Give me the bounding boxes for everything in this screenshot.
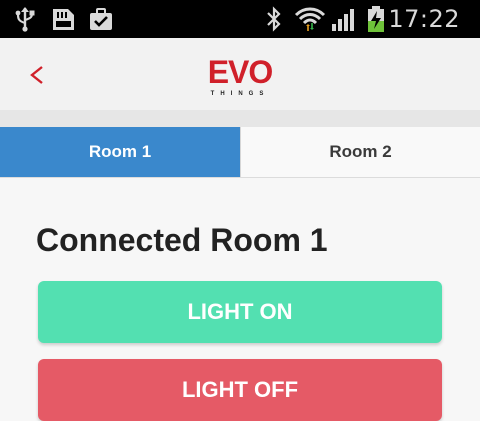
briefcase-check-icon	[90, 8, 112, 30]
clock: 17:22	[388, 5, 460, 33]
battery-charging-icon	[368, 6, 384, 32]
wifi-icon	[294, 7, 326, 31]
bluetooth-icon	[267, 6, 281, 32]
tab-room-2[interactable]: Room 2	[240, 127, 480, 177]
page-title: Connected Room 1	[36, 222, 328, 258]
light-off-button[interactable]: LIGHT OFF	[38, 359, 442, 421]
light-on-button[interactable]: LIGHT ON	[38, 281, 442, 343]
room-tabs: Room 1 Room 2	[0, 127, 480, 178]
evothings-logo: EVO THINGS	[208, 54, 274, 97]
header-divider	[0, 110, 480, 127]
room-panel: Connected Room 1 LIGHT ON LIGHT OFF	[0, 178, 480, 421]
svg-text:EVO: EVO	[208, 54, 273, 90]
signal-icon	[332, 9, 354, 31]
svg-text:THINGS: THINGS	[211, 91, 270, 97]
usb-icon	[15, 7, 35, 32]
status-bar: 17:22	[0, 0, 480, 38]
sd-card-icon	[53, 9, 74, 30]
app-header: EVO THINGS	[0, 38, 480, 110]
chevron-left-icon[interactable]	[20, 58, 54, 92]
tab-room-1[interactable]: Room 1	[0, 127, 240, 177]
